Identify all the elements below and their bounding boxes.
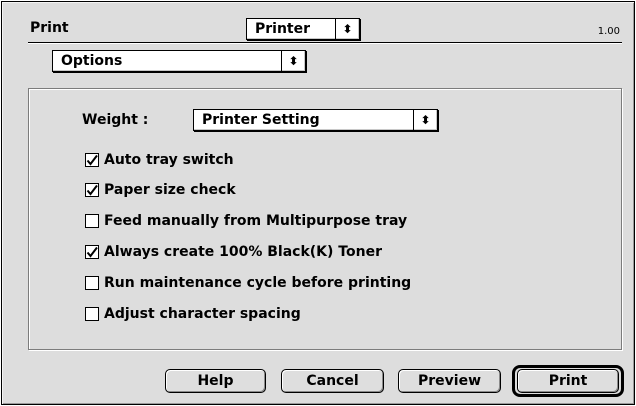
option-checkbox-row[interactable]: Auto tray switch — [85, 151, 234, 169]
help-button[interactable]: Help — [165, 369, 266, 393]
printer-popup-label: Printer — [255, 21, 311, 37]
header-divider — [28, 42, 622, 44]
checkbox[interactable] — [85, 307, 99, 321]
checkbox[interactable] — [85, 153, 99, 167]
weight-popup[interactable]: Printer Setting ⬍ — [193, 109, 438, 131]
preview-button-label: Preview — [417, 373, 481, 389]
print-button-label: Print — [548, 373, 588, 389]
checkmark-icon — [86, 246, 98, 258]
weight-popup-value: Printer Setting — [202, 112, 320, 128]
option-label: Paper size check — [104, 182, 236, 198]
up-down-arrows-icon: ⬍ — [335, 19, 359, 39]
version-label: 1.00 — [597, 26, 620, 37]
printer-popup[interactable]: Printer ⬍ — [246, 18, 360, 40]
option-label: Run maintenance cycle before printing — [104, 275, 412, 291]
option-checkbox-row[interactable]: Paper size check — [85, 181, 236, 199]
preview-button[interactable]: Preview — [398, 369, 501, 393]
help-button-label: Help — [197, 373, 234, 389]
checkbox[interactable] — [85, 183, 99, 197]
option-label: Feed manually from Multipurpose tray — [104, 213, 408, 229]
cancel-button-label: Cancel — [306, 373, 359, 389]
print-dialog: Print Printer ⬍ 1.00 Options ⬍ Weight : … — [1, 1, 635, 405]
weight-label: Weight : — [82, 112, 149, 128]
checkmark-icon — [86, 184, 98, 196]
checkbox[interactable] — [85, 276, 99, 290]
checkmark-icon — [86, 154, 98, 166]
option-label: Auto tray switch — [104, 152, 234, 168]
up-down-arrows-icon: ⬍ — [413, 110, 437, 130]
options-popup-label: Options — [61, 53, 123, 69]
option-checkbox-row[interactable]: Always create 100% Black(K) Toner — [85, 243, 382, 261]
option-label: Always create 100% Black(K) Toner — [104, 244, 382, 260]
up-down-arrows-icon: ⬍ — [281, 51, 305, 71]
option-label: Adjust character spacing — [104, 306, 301, 322]
dialog-title: Print — [30, 20, 69, 36]
print-button[interactable]: Print — [517, 369, 619, 393]
checkbox[interactable] — [85, 214, 99, 228]
option-checkbox-row[interactable]: Run maintenance cycle before printing — [85, 274, 411, 292]
option-checkbox-row[interactable]: Adjust character spacing — [85, 305, 301, 323]
checkbox[interactable] — [85, 245, 99, 259]
cancel-button[interactable]: Cancel — [281, 369, 384, 393]
option-checkbox-row[interactable]: Feed manually from Multipurpose tray — [85, 212, 407, 230]
options-popup[interactable]: Options ⬍ — [52, 50, 306, 72]
